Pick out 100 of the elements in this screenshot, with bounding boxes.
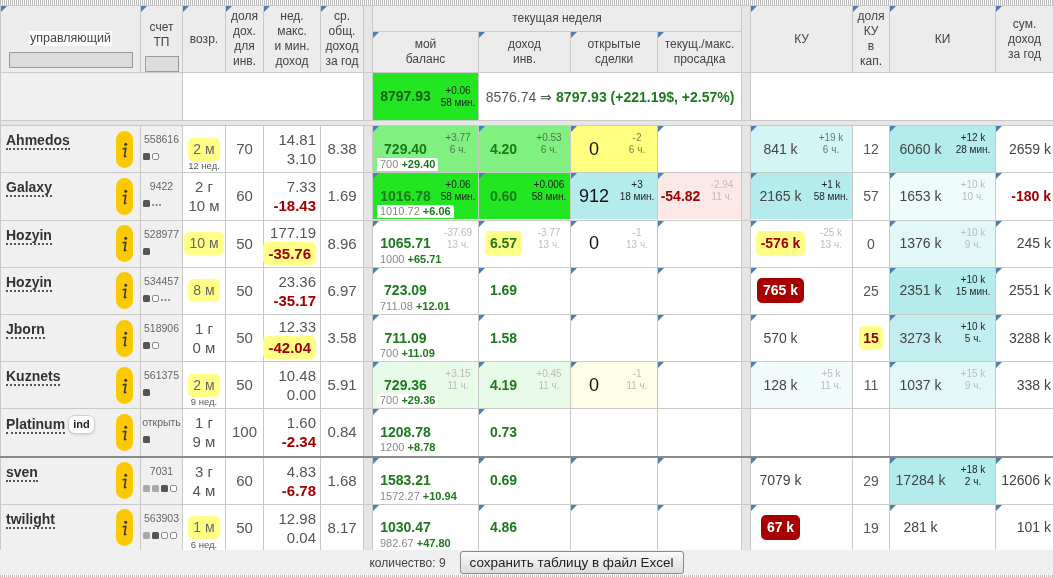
share-value: 50 <box>236 234 253 252</box>
week-min-value: 0.00 <box>286 385 316 405</box>
average-income-value: 8.96 <box>327 234 357 252</box>
column-header[interactable]: нед. макс. и мин. доход <box>263 5 321 73</box>
change-note: -1 11 ч. <box>625 368 649 393</box>
column-header[interactable]: доля дох. для инв. <box>225 5 264 73</box>
share-value: 50 <box>236 281 253 299</box>
column-header[interactable]: КИ <box>889 5 996 73</box>
manager-name-link[interactable]: twilight <box>6 510 55 529</box>
info-icon[interactable] <box>116 225 133 263</box>
manager-name-link[interactable]: Platinum <box>6 415 66 434</box>
column-header[interactable]: доход инв. <box>478 31 571 73</box>
share-value: 60 <box>236 187 253 205</box>
ku-value: 67 k <box>760 515 801 541</box>
change-note: +0.006 58 мин. <box>530 179 568 204</box>
column-header[interactable]: КУ <box>750 5 853 73</box>
column-header[interactable]: текущ./макс. просадка <box>657 31 742 73</box>
export-button[interactable]: сохранить таблицу в файл Excel <box>459 551 684 574</box>
info-icon[interactable] <box>116 178 133 215</box>
manager-name-link[interactable]: Galaxy <box>6 179 52 198</box>
income-value: 6.57 <box>484 231 523 257</box>
account-label: 558616 <box>142 133 180 146</box>
balance-value: 1016.78 <box>380 187 431 206</box>
info-icon[interactable] <box>116 413 133 451</box>
column-header[interactable]: сум. доход за год <box>995 5 1053 73</box>
week-max-value: 14.81 <box>278 130 316 150</box>
manager-name-link[interactable]: Hozyin <box>6 273 52 292</box>
change-note: +10 k 5 ч. <box>959 321 987 346</box>
corner-triangle-icon <box>373 220 379 227</box>
change-note: -1 13 ч. <box>625 226 649 251</box>
change-note: -2.94 11 ч. <box>709 179 735 204</box>
info-icon[interactable] <box>116 319 133 357</box>
manager-name-link[interactable]: sven <box>6 463 38 482</box>
balance-value: 1583.21 <box>380 471 431 491</box>
info-icon[interactable] <box>116 366 133 404</box>
change-note: +0.53 6 ч. <box>535 132 563 157</box>
column-header[interactable]: управляющий <box>29 31 112 46</box>
average-income-value: 1.68 <box>327 471 357 489</box>
week-max-value: 7.33 <box>286 177 316 197</box>
row-count: количество: 9 <box>369 554 446 572</box>
column-header[interactable]: мой баланс <box>372 31 479 73</box>
hollow-square-icon <box>152 153 159 161</box>
info-icon[interactable] <box>116 272 133 310</box>
ku-value: 765 k <box>756 278 804 304</box>
age-value: 3 г 4 м <box>192 461 216 500</box>
change-note: -2 6 ч. <box>627 132 647 157</box>
square-icon <box>143 200 150 208</box>
filter-input-field[interactable] <box>8 52 133 68</box>
column-header[interactable]: ср. общ. доход за год <box>320 5 364 73</box>
income-value: 1.58 <box>489 329 518 347</box>
column-header[interactable]: возр. <box>182 5 226 73</box>
corner-triangle-icon <box>751 6 757 12</box>
manager-name-link[interactable]: Hozyin <box>6 226 52 245</box>
manager-name-link[interactable]: Kuznets <box>6 368 61 387</box>
change-note: +3 18 мин. <box>618 179 656 204</box>
corner-triangle-icon <box>996 6 1002 12</box>
year-income-value: -180 k <box>1011 187 1051 206</box>
average-income-value: 6.97 <box>327 281 357 299</box>
base-balance-note: 700 +29.40 <box>377 158 439 172</box>
account-label: 9422 <box>148 180 175 193</box>
manager-name-link[interactable]: Jborn <box>6 321 45 340</box>
account-label: 561375 <box>142 369 180 382</box>
corner-triangle-icon <box>853 6 859 12</box>
share-value: 50 <box>236 329 253 347</box>
year-income-value: 12606 k <box>1001 471 1051 491</box>
income-value: 4.86 <box>489 519 518 537</box>
average-income-value: 3.58 <box>327 329 357 347</box>
square-icon <box>143 247 150 255</box>
base-balance-note: 1572.27 +10.94 <box>377 489 460 503</box>
column-header[interactable]: счет ТП <box>149 20 174 50</box>
corner-triangle-icon <box>479 267 485 274</box>
ki-value: 1037 k <box>899 375 942 395</box>
account-label: 518906 <box>142 322 180 335</box>
week-min-value: -18.43 <box>273 196 316 216</box>
hollow-square-icon <box>170 484 177 492</box>
corner-triangle-icon <box>479 31 485 38</box>
filter-input-field[interactable] <box>144 56 179 72</box>
age-weeks: 12 нед. <box>188 160 220 172</box>
income-value: 4.19 <box>489 376 518 394</box>
open-deals-value: 0 <box>589 373 599 397</box>
info-icon[interactable] <box>116 130 133 168</box>
corner-triangle-icon <box>226 6 232 12</box>
share-value: 50 <box>236 518 253 536</box>
open-deals-value: 0 <box>589 137 599 161</box>
week-min-value: -6.78 <box>281 480 316 500</box>
ku-share-value: 11 <box>863 377 879 394</box>
ki-value: 1376 k <box>899 234 942 254</box>
column-header[interactable]: доля КУ в кап. <box>852 5 890 73</box>
balance-value: 1030.47 <box>380 518 431 538</box>
hollow-square-icon <box>152 342 159 350</box>
column-header[interactable]: открытые сделки <box>570 31 658 73</box>
ku-value: 128 k <box>763 376 798 394</box>
average-income-value: 1.69 <box>327 187 357 205</box>
info-icon[interactable] <box>116 509 133 547</box>
corner-triangle-icon <box>141 6 147 12</box>
info-icon[interactable] <box>116 462 133 500</box>
base-balance-note: 1000 +65.71 <box>377 252 445 266</box>
manager-name-link[interactable]: Ahmedos <box>6 132 70 151</box>
change-note: -3.77 13 ч. <box>536 226 562 251</box>
corner-triangle-icon <box>373 31 379 38</box>
